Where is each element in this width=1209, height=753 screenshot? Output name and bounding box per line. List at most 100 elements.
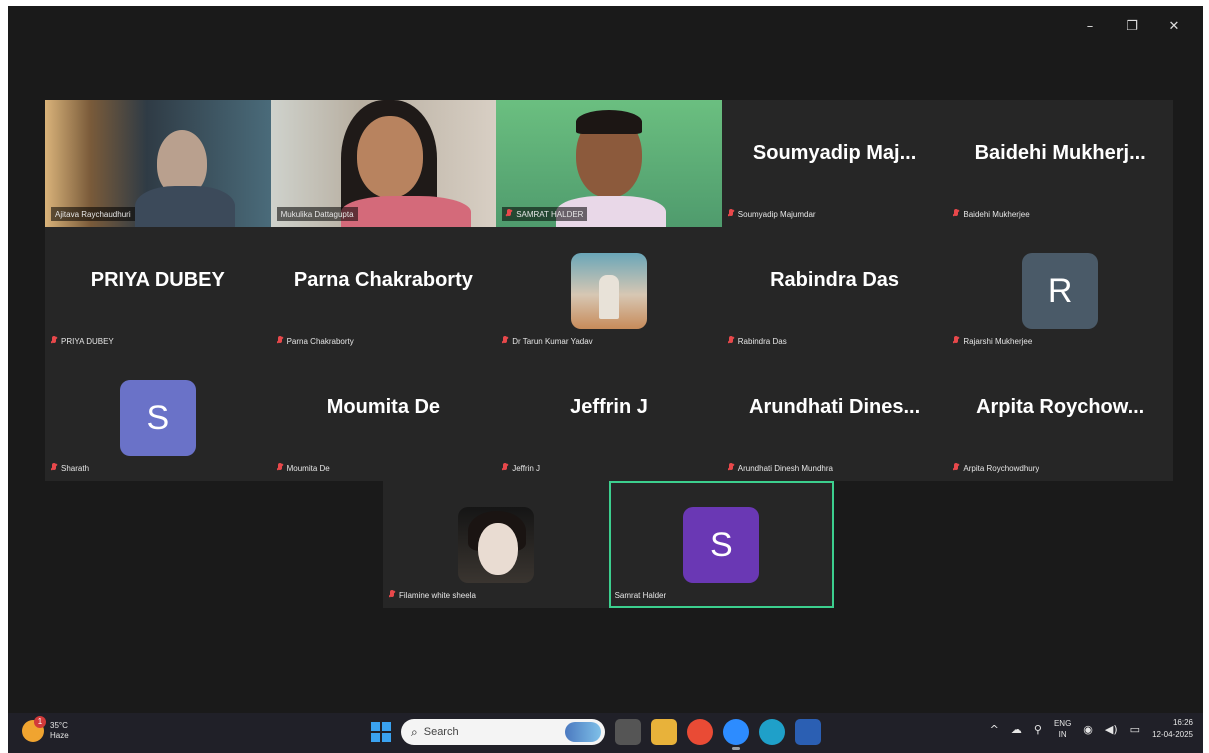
participant-display-name: PRIYA DUBEY	[90, 269, 225, 291]
muted-mic-icon	[728, 209, 734, 219]
participant-tile[interactable]: Parna Chakraborty Parna Chakraborty	[270, 227, 497, 354]
participant-display-name: Moumita De	[326, 396, 441, 418]
system-tray: ^ ☁ ⚲ ENG IN ◉ ◀) ▭ 16:26 12-04-2025	[990, 717, 1193, 741]
grid-row-1: Ajitava Raychaudhuri Mukulika Dattagupta…	[45, 100, 1173, 227]
chevron-up-icon[interactable]: ^	[990, 723, 999, 736]
participant-nameplate: Rajarshi Mukherjee	[953, 334, 1032, 348]
participant-name: Moumita De	[286, 463, 330, 473]
participant-name: Jeffrin J	[512, 463, 541, 473]
volume-icon[interactable]: ◀)	[1105, 723, 1118, 736]
muted-mic-icon	[506, 209, 512, 219]
participant-tile[interactable]: Arpita Roychow... Arpita Roychowdhury	[947, 354, 1173, 481]
participant-nameplate: Samrat Halder	[615, 588, 667, 602]
participant-name: Sharath	[61, 463, 90, 473]
network-icon[interactable]: ⚲	[1034, 723, 1042, 736]
participant-tile[interactable]: Rabindra Das Rabindra Das	[721, 227, 948, 354]
participant-grid: Ajitava Raychaudhuri Mukulika Dattagupta…	[45, 100, 1173, 608]
participant-name: Soumyadip Majumdar	[737, 209, 816, 219]
participant-tile[interactable]: Moumita De Moumita De	[270, 354, 497, 481]
participant-tile[interactable]: Ajitava Raychaudhuri	[45, 100, 271, 227]
participant-display-name: Parna Chakraborty	[293, 269, 473, 291]
participant-tile[interactable]: PRIYA DUBEY PRIYA DUBEY	[45, 227, 271, 354]
file-explorer-icon[interactable]	[651, 719, 677, 745]
participant-display-name: Jeffrin J	[570, 396, 648, 418]
grid-row-3: S Sharath Moumita De Moumita De Jeffrin …	[45, 354, 1173, 481]
edge-icon[interactable]	[759, 719, 785, 745]
search-icon: ⌕	[411, 724, 418, 739]
initial-avatar: S	[119, 380, 196, 456]
taskbar: 1 35°C Haze ⌕ Search ^ ☁ ⚲ ENG IN ◉ ◀) ▭	[8, 713, 1203, 753]
participant-tile[interactable]: Mukulika Dattagupta	[270, 100, 497, 227]
participant-name: Baidehi Mukherjee	[963, 209, 1030, 219]
participant-nameplate: Arundhati Dinesh Mundhra	[728, 461, 833, 475]
grid-row-2: PRIYA DUBEY PRIYA DUBEY Parna Chakrabort…	[45, 227, 1173, 354]
participant-nameplate: Ajitava Raychaudhuri	[51, 207, 135, 221]
search-highlight-icon	[565, 722, 601, 742]
task-view-icon[interactable]	[615, 719, 641, 745]
minimize-button[interactable]: –	[1069, 14, 1111, 38]
participant-name: Rajarshi Mukherjee	[963, 336, 1033, 346]
battery-icon[interactable]: ▭	[1130, 723, 1140, 736]
close-button[interactable]: ✕	[1153, 14, 1195, 38]
participant-display-name: Rabindra Das	[770, 269, 900, 291]
muted-mic-icon	[728, 463, 734, 473]
participant-name: Rabindra Das	[737, 336, 787, 346]
date: 12-04-2025	[1152, 730, 1193, 739]
language-indicator[interactable]: ENG IN	[1054, 718, 1071, 740]
window-controls: – ❐ ✕	[1069, 14, 1195, 38]
initial-avatar: R	[1022, 253, 1099, 329]
onedrive-icon[interactable]: ☁	[1011, 723, 1022, 736]
word-icon[interactable]	[795, 719, 821, 745]
participant-tile[interactable]: Soumyadip Maj... Soumyadip Majumdar	[721, 100, 948, 227]
chrome-icon[interactable]	[687, 719, 713, 745]
muted-mic-icon	[277, 336, 283, 346]
clock[interactable]: 16:26 12-04-2025	[1152, 717, 1193, 741]
participant-name: Filamine white sheela	[399, 590, 476, 600]
participant-nameplate: Parna Chakraborty	[277, 334, 354, 348]
participant-nameplate: Dr Tarun Kumar Yadav	[502, 334, 593, 348]
participant-tile[interactable]: Filamine white sheela	[383, 481, 609, 608]
participant-tile[interactable]: Jeffrin J Jeffrin J	[496, 354, 722, 481]
participant-display-name: Arpita Roychow...	[976, 396, 1145, 418]
active-speaker-tile[interactable]: S Samrat Halder	[608, 481, 835, 608]
profile-photo	[457, 507, 534, 583]
participant-name: Parna Chakraborty	[286, 336, 354, 346]
participant-nameplate: PRIYA DUBEY	[51, 334, 114, 348]
taskbar-apps: ⌕ Search	[371, 719, 821, 750]
weather-widget[interactable]: 1 35°C Haze	[22, 716, 69, 742]
participant-tile[interactable]: S Sharath	[45, 354, 271, 481]
initial-avatar: S	[683, 507, 760, 583]
participant-nameplate: Mukulika Dattagupta	[276, 207, 358, 221]
participant-nameplate: Sharath	[51, 461, 89, 475]
windows-start-icon[interactable]	[371, 722, 391, 742]
participant-name: Ajitava Raychaudhuri	[55, 209, 131, 219]
participant-nameplate: Soumyadip Majumdar	[728, 207, 816, 221]
muted-mic-icon	[953, 209, 959, 219]
weather-text: 35°C Haze	[50, 721, 69, 741]
time: 16:26	[1172, 718, 1193, 727]
grid-row-4: Filamine white sheela S Samrat Halder	[383, 481, 1173, 608]
participant-tile[interactable]: Arundhati Dines... Arundhati Dinesh Mund…	[721, 354, 948, 481]
participant-tile[interactable]: Dr Tarun Kumar Yadav	[496, 227, 722, 354]
muted-mic-icon	[277, 463, 283, 473]
taskbar-search[interactable]: ⌕ Search	[401, 719, 605, 745]
participant-name: Arundhati Dinesh Mundhra	[737, 463, 833, 473]
muted-mic-icon	[728, 336, 734, 346]
zoom-icon[interactable]	[723, 719, 749, 750]
participant-tile[interactable]: R Rajarshi Mukherjee	[947, 227, 1173, 354]
wifi-icon[interactable]: ◉	[1083, 723, 1093, 736]
muted-mic-icon	[389, 590, 395, 600]
meeting-window: – ❐ ✕ Ajitava Raychaudhuri Mukulika Datt…	[8, 6, 1203, 713]
restore-button[interactable]: ❐	[1111, 14, 1153, 38]
participant-tile[interactable]: Baidehi Mukherj... Baidehi Mukherjee	[947, 100, 1173, 227]
muted-mic-icon	[51, 463, 57, 473]
weather-icon: 1	[22, 716, 46, 742]
participant-name: PRIYA DUBEY	[61, 336, 114, 346]
weather-desc: Haze	[50, 731, 69, 740]
notification-badge: 1	[34, 716, 46, 728]
participant-display-name: Soumyadip Maj...	[752, 142, 917, 164]
participant-name: Mukulika Dattagupta	[280, 209, 354, 219]
weather-temp: 35°C	[50, 721, 68, 730]
participant-tile[interactable]: SAMRAT HALDER	[496, 100, 722, 227]
muted-mic-icon	[502, 463, 508, 473]
